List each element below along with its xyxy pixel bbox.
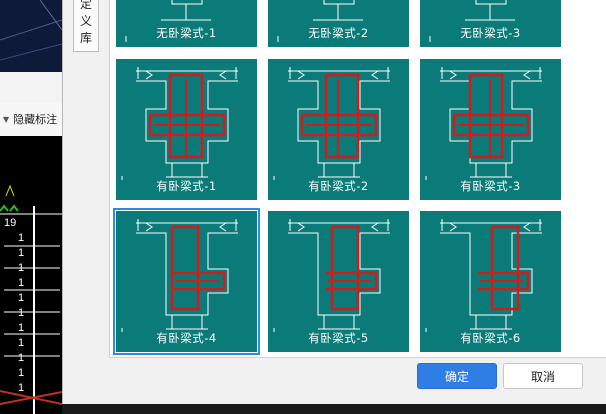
cad-dimension-label: 1 [18,337,24,349]
style-option-tile[interactable]: 无卧梁式-1 [116,0,257,47]
cad-dimension-label: 1 [18,292,24,304]
style-option-label: 无卧梁式-1 [156,26,217,40]
tab-char: 定 [79,0,92,11]
cad-drawing-canvas: 1911111111111 [0,184,62,414]
pile-cap-style-dialog: 定义库 无卧梁式-1 无卧梁式-2 无卧梁式-3 有卧梁式-1 有卧梁式-2 有卧梁式-3… [62,0,606,404]
style-option-tile[interactable]: 无卧梁式-2 [268,0,409,47]
style-option-label: 有卧梁式-6 [460,331,521,345]
cad-dimension-label: 1 [18,232,24,244]
cad-toolbar [0,72,62,103]
style-option-tile[interactable]: 无卧梁式-3 [420,0,561,47]
cad-dimension-label: 1 [18,367,24,379]
style-option-tile[interactable]: 有卧梁式-1 [116,59,257,200]
cad-dimension-label: 1 [18,352,24,364]
style-option-label: 有卧梁式-2 [308,179,369,193]
hide-annotation-label[interactable]: 隐藏标注 [13,111,57,127]
cad-dimension-label: 1 [18,307,24,319]
style-option-label: 无卧梁式-2 [308,26,369,40]
style-option-tile[interactable]: 有卧梁式-4 [113,208,260,355]
style-option-label: 有卧梁式-4 [156,331,217,345]
tab-char: 库 [79,31,92,45]
tab-char: 义 [79,14,92,28]
style-option-tile[interactable]: 有卧梁式-6 [420,211,561,352]
cad-dimension-label: 1 [18,382,24,394]
style-option-label: 有卧梁式-5 [308,331,369,345]
dropdown-arrow-icon[interactable]: ▼ [3,115,9,124]
style-grid-panel: 无卧梁式-1 无卧梁式-2 无卧梁式-3 有卧梁式-1 有卧梁式-2 有卧梁式-3 有卧梁式… [109,0,606,358]
ok-button[interactable]: 确定 [417,363,497,389]
cad-drawing-area[interactable]: 19 1 1 1 1 1 1 1 1 1 1 1 [0,136,62,414]
style-option-label: 有卧梁式-3 [460,179,521,193]
custom-library-tab[interactable]: 定义库 [73,0,99,52]
style-option-tile[interactable]: 有卧梁式-2 [268,59,409,200]
cad-dimension-label: 1 [18,247,24,259]
cad-viewport-top [0,0,62,72]
style-option-tile[interactable]: 有卧梁式-3 [420,59,561,200]
style-option-tile[interactable]: 有卧梁式-5 [268,211,409,352]
style-option-label: 无卧梁式-3 [460,26,521,40]
style-option-label: 有卧梁式-1 [156,179,217,193]
cad-bottom-edge [62,404,606,414]
cad-dimension-label: 19 [4,217,16,229]
cad-dimension-label: 1 [18,262,24,274]
cad-filter-bar[interactable]: ▼ 隐藏标注 [0,102,62,137]
cad-lines [0,0,62,61]
cad-dimension-label: 1 [18,322,24,334]
cancel-button[interactable]: 取消 [503,363,583,389]
cad-dimension-label: 1 [18,277,24,289]
